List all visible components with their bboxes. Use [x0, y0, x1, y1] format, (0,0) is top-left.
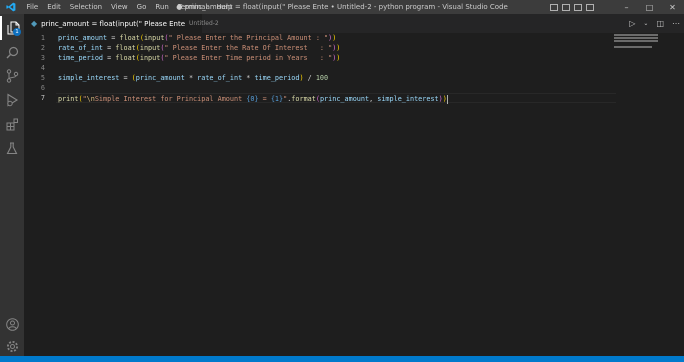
close-button[interactable]: ✕	[661, 0, 684, 14]
minimap-line	[614, 40, 658, 42]
search-button[interactable]	[0, 40, 24, 64]
menu-view[interactable]: View	[107, 0, 133, 14]
manage-button[interactable]	[0, 334, 24, 358]
explorer-badge: 1	[13, 28, 21, 36]
run-dropdown-icon[interactable]: ⌄	[643, 20, 648, 27]
code-editor[interactable]: 1 2 3 4 5 6 7 princ_amount = float(input…	[24, 33, 684, 356]
source-control-icon	[6, 69, 18, 83]
testing-button[interactable]	[0, 136, 24, 160]
minimap-line	[614, 37, 658, 39]
minimap-line	[614, 46, 652, 48]
minimap[interactable]	[614, 33, 670, 63]
code-line[interactable]: simple_interest = (princ_amount * rate_o…	[58, 73, 328, 83]
status-bar	[0, 356, 684, 362]
menu-bar: File Edit Selection View Go Run Terminal…	[22, 0, 237, 14]
toggle-panel-icon[interactable]	[562, 3, 570, 11]
line-number: 3	[40, 54, 45, 62]
vscode-logo-icon	[0, 0, 22, 14]
extensions-icon	[6, 118, 18, 130]
code-line[interactable]: rate_of_int = float(input(" Please Enter…	[58, 43, 340, 53]
menu-edit[interactable]: Edit	[43, 0, 66, 14]
menu-selection[interactable]: Selection	[65, 0, 106, 14]
line-number: 4	[40, 64, 45, 72]
menu-terminal[interactable]: Terminal	[173, 0, 212, 14]
run-debug-button[interactable]	[0, 88, 24, 112]
tab-bar: ◆ princ_amount = float(input(" Please En…	[24, 14, 684, 33]
line-number: 5	[40, 74, 45, 82]
menu-go[interactable]: Go	[132, 0, 151, 14]
run-file-icon[interactable]: ▷	[629, 19, 635, 28]
extensions-button[interactable]	[0, 112, 24, 136]
toggle-secondary-sidebar-icon[interactable]	[574, 3, 582, 11]
line-number: 1	[40, 34, 45, 42]
editor-tab[interactable]: ◆ princ_amount = float(input(" Please En…	[24, 14, 219, 33]
explorer-button[interactable]: 1	[0, 16, 24, 40]
toggle-sidebar-icon[interactable]	[550, 3, 558, 11]
split-editor-icon[interactable]: ◫	[656, 19, 664, 28]
line-number-current: 7	[40, 94, 45, 102]
account-icon	[5, 317, 19, 331]
editor-actions: ▷ ⌄ ◫ ⋯	[629, 14, 680, 33]
python-file-icon: ◆	[31, 19, 38, 28]
run-debug-icon	[6, 93, 18, 107]
maximize-button[interactable]: □	[638, 0, 661, 14]
code-line-current[interactable]: print("\nSimple Interest for Principal A…	[56, 93, 616, 104]
search-icon	[6, 46, 18, 58]
menu-help[interactable]: Help	[212, 0, 237, 14]
menu-file[interactable]: File	[22, 0, 43, 14]
more-actions-icon[interactable]: ⋯	[672, 19, 680, 28]
line-number: 6	[40, 84, 45, 92]
customize-layout-icon[interactable]	[586, 3, 594, 11]
code-line[interactable]: princ_amount = float(input(" Please Ente…	[58, 33, 336, 43]
source-control-button[interactable]	[0, 64, 24, 88]
menu-run[interactable]: Run	[151, 0, 173, 14]
minimap-line	[614, 34, 658, 36]
title-bar: File Edit Selection View Go Run Terminal…	[0, 0, 684, 14]
activity-bar: 1	[0, 14, 24, 356]
text-cursor	[446, 94, 448, 104]
tab-description: Untitled-2	[189, 20, 219, 27]
line-number: 2	[40, 44, 45, 52]
accounts-button[interactable]	[0, 312, 24, 336]
window-controls: – □ ✕	[615, 0, 684, 14]
tab-label: princ_amount = float(input(" Please Ente	[41, 19, 186, 28]
testing-icon	[6, 141, 18, 154]
code-line[interactable]: time_period = float(input(" Please Enter…	[58, 53, 340, 63]
minimize-button[interactable]: –	[615, 0, 638, 14]
layout-controls	[550, 0, 594, 14]
settings-gear-icon	[6, 340, 18, 352]
